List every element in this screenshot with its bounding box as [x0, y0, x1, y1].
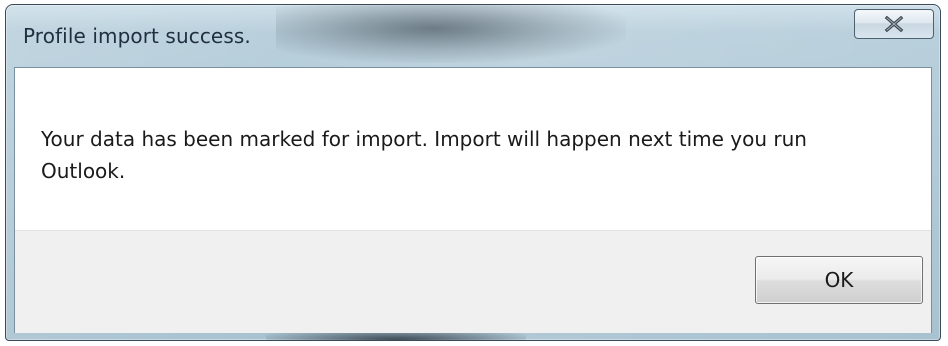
window-title: Profile import success. — [23, 24, 251, 48]
message-panel: Your data has been marked for import. Im… — [15, 68, 931, 230]
title-bar[interactable]: Profile import success. — [6, 5, 940, 63]
ok-button[interactable]: OK — [755, 256, 923, 304]
close-button[interactable] — [854, 9, 934, 39]
dialog-client-area: Your data has been marked for import. Im… — [14, 67, 932, 333]
button-panel: OK — [15, 230, 931, 333]
close-x-icon — [883, 15, 905, 33]
message-dialog-window: Profile import success. Your data has be… — [5, 4, 941, 341]
message-text: Your data has been marked for import. Im… — [41, 127, 807, 183]
